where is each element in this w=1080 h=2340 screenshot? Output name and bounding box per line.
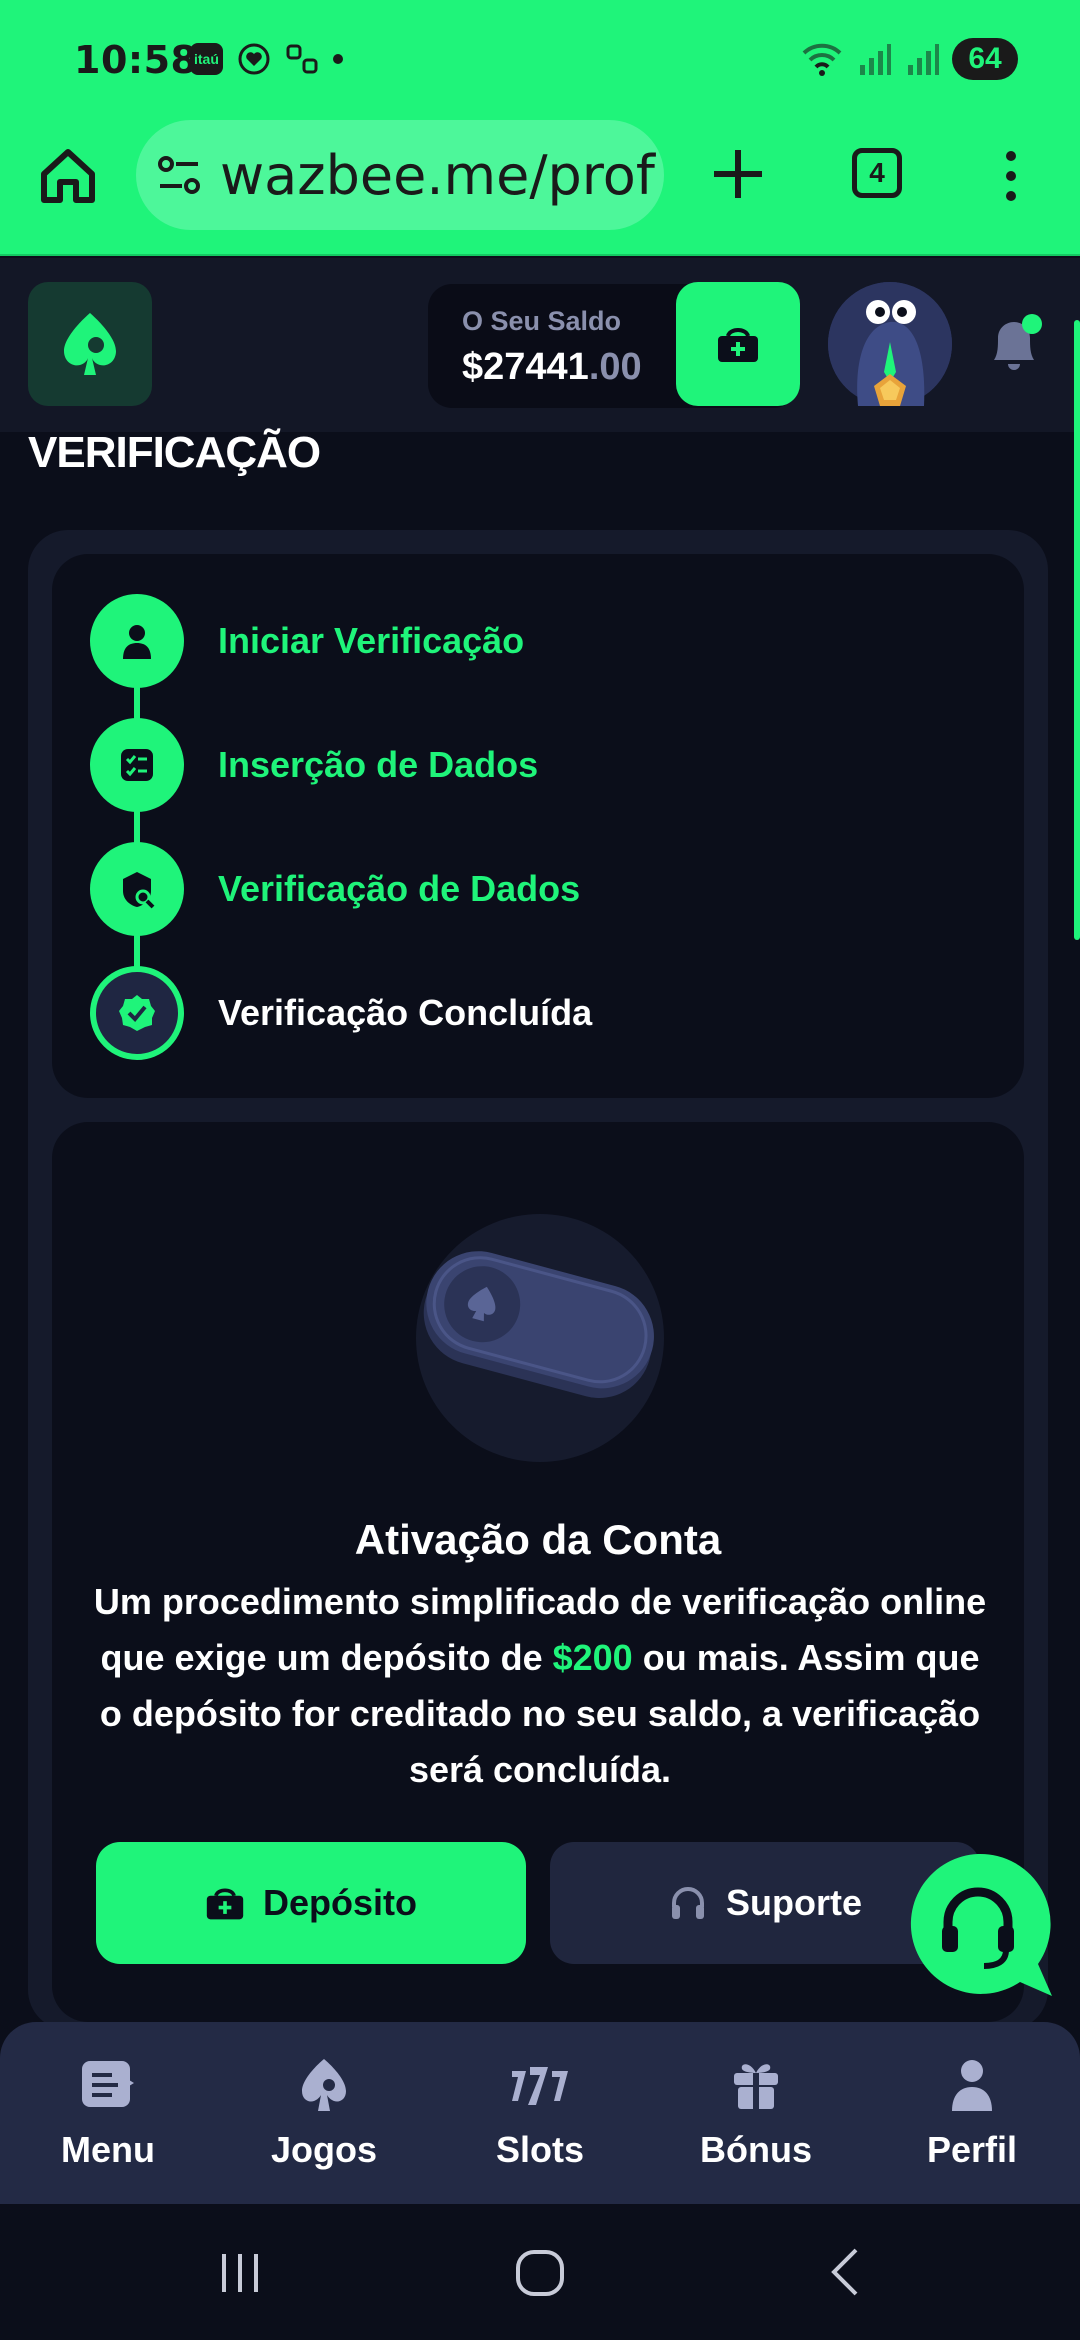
nav-label: Bónus: [700, 2129, 812, 2170]
browser-toolbar: wazbee.me/prof 4: [0, 118, 1080, 256]
status-bar: 10:58 itaú 64: [0, 0, 1080, 118]
nav-item-profile[interactable]: Perfil: [864, 2022, 1080, 2204]
notification-icons: itaú: [190, 42, 343, 76]
battery-indicator: 64: [952, 38, 1018, 80]
user-icon: [90, 594, 184, 688]
bell-icon[interactable]: [984, 310, 1044, 380]
support-button-label: Suporte: [725, 1882, 862, 1923]
status-time: 10:58: [74, 38, 198, 82]
checklist-icon: [90, 718, 184, 812]
nav-item-slots[interactable]: Slots: [432, 2022, 648, 2204]
step-label: Inserção de Dados: [218, 744, 539, 785]
step-label: Verificação Concluída: [218, 992, 593, 1033]
voicemail-icon: [286, 44, 318, 74]
live-chat-button[interactable]: [902, 1850, 1054, 2002]
nav-item-games[interactable]: Jogos: [216, 2022, 432, 2204]
wallet-plus-icon: [206, 1888, 244, 1920]
page-scrollbar[interactable]: [1074, 320, 1080, 940]
headset-icon: [671, 1887, 704, 1919]
deposit-button-label: Depósito: [262, 1882, 417, 1923]
signal-icon-2: [908, 44, 939, 75]
wallet-plus-icon: [718, 328, 758, 362]
nav-label: Slots: [495, 2129, 584, 2170]
step-label: Iniciar Verificação: [218, 620, 525, 661]
activation-title: Ativação da Conta: [354, 1516, 722, 1563]
deposit-wallet-button[interactable]: [676, 282, 800, 406]
menu-icon: [82, 2061, 134, 2107]
spade-icon: [302, 2059, 346, 2111]
balance-cents: .00: [588, 346, 642, 388]
step-start-verification: Iniciar Verificação: [90, 594, 524, 688]
page-title: VERIFICAÇÃO: [28, 428, 321, 477]
site-settings-icon[interactable]: [156, 152, 202, 198]
site-header: O Seu Saldo $27441.00: [0, 258, 1080, 432]
more-options-icon[interactable]: [996, 148, 1026, 204]
verified-badge-icon: [90, 966, 184, 1060]
spade-logo-icon: [64, 313, 116, 375]
site-logo[interactable]: [28, 282, 152, 406]
system-navigation-bar: [0, 2204, 1080, 2340]
url-text: wazbee.me/prof: [220, 143, 655, 207]
step-verification-complete: Verificação Concluída: [90, 966, 592, 1060]
wifi-icon: [802, 43, 842, 76]
profile-icon: [952, 2060, 992, 2111]
home-icon[interactable]: [36, 144, 100, 208]
nav-item-menu[interactable]: Menu: [0, 2022, 216, 2204]
slots-777-icon: [512, 2067, 568, 2105]
activation-description: Um procedimento simplificado de verifica…: [90, 1574, 990, 1798]
nav-label: Jogos: [270, 2129, 377, 2170]
address-bar[interactable]: wazbee.me/prof: [136, 120, 664, 230]
tab-switcher-button[interactable]: 4: [852, 148, 902, 198]
step-data-entry: Inserção de Dados: [90, 718, 538, 812]
new-tab-icon[interactable]: [706, 138, 770, 210]
recent-apps-icon[interactable]: [210, 2242, 270, 2302]
back-icon[interactable]: [816, 2242, 876, 2302]
nav-label: Menu: [61, 2129, 155, 2170]
home-nav-icon[interactable]: [510, 2242, 570, 2302]
step-label: Verificação de Dados: [218, 868, 581, 909]
signal-icon: [860, 44, 891, 75]
nav-label: Perfil: [926, 2129, 1018, 2170]
nav-item-bonus[interactable]: Bónus: [648, 2022, 864, 2204]
system-indicators: 64: [800, 38, 1018, 80]
toggle-switch-illustration: [416, 1214, 664, 1462]
bottom-navigation: Menu Jogos Slots Bónus Perfil: [0, 2022, 1080, 2204]
avatar[interactable]: [828, 282, 952, 406]
shield-search-icon: [90, 842, 184, 936]
heart-circle-icon: [238, 43, 270, 75]
deposit-amount-highlight: $200: [552, 1637, 633, 1678]
balance-whole: $27441: [462, 346, 589, 388]
step-data-verification: Verificação de Dados: [90, 842, 580, 936]
balance-amount: $27441.00: [462, 346, 642, 389]
deposit-button[interactable]: Depósito: [96, 1842, 526, 1964]
bank-app-icon: itaú: [190, 43, 223, 75]
balance-label: O Seu Saldo: [462, 306, 622, 336]
gift-icon: [734, 2064, 778, 2109]
more-notifications-dot: [332, 54, 343, 64]
